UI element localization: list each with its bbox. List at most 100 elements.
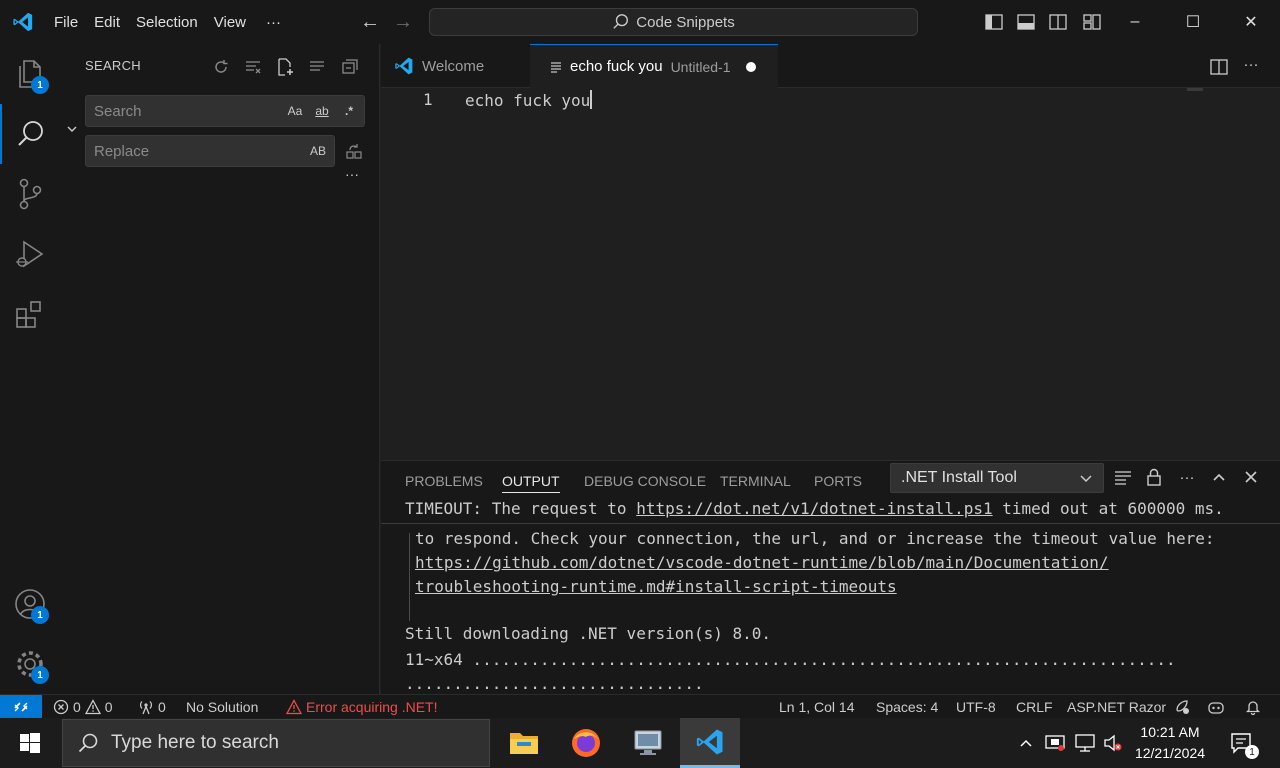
tab-welcome[interactable]: Welcome (381, 44, 529, 88)
accounts-icon[interactable]: 1 (0, 574, 60, 634)
file-explorer-icon[interactable] (494, 718, 554, 768)
preserve-case-toggle[interactable]: AB (306, 140, 330, 162)
menu-file[interactable]: File (46, 0, 86, 44)
toggle-primary-sidebar-icon[interactable] (978, 0, 1010, 44)
match-case-toggle[interactable]: Aa (284, 100, 306, 122)
customize-layout-icon[interactable] (1076, 0, 1108, 44)
copilot-icon[interactable] (1207, 695, 1225, 719)
tab-terminal[interactable]: TERMINAL (720, 469, 791, 493)
notification-count: 1 (1245, 745, 1259, 759)
problems-status[interactable]: 0 0 (53, 695, 113, 719)
manage-gear-icon[interactable]: 1 (0, 634, 60, 694)
status-bar: 0 0 0 No Solution Error acquiring .NET! … (0, 694, 1280, 719)
tab-untitled-description: Untitled-1 (670, 58, 731, 75)
tab-debug-console[interactable]: DEBUG CONSOLE (584, 469, 706, 493)
show-hidden-icons-chevron-icon[interactable] (1014, 718, 1038, 768)
taskbar-clock[interactable]: 10:21 AM 12/21/2024 (1128, 722, 1212, 764)
vscode-taskbar-icon[interactable] (680, 718, 740, 768)
close-panel-icon[interactable] (1237, 465, 1265, 489)
clear-results-icon[interactable] (242, 56, 264, 78)
warning-icon (286, 699, 302, 715)
indentation-status[interactable]: Spaces: 4 (876, 695, 938, 719)
text-cursor (590, 90, 593, 109)
toggle-panel-icon[interactable] (1010, 0, 1042, 44)
new-search-editor-icon[interactable] (274, 56, 296, 78)
extensions-icon[interactable] (0, 284, 60, 344)
menu-edit[interactable]: Edit (86, 0, 128, 44)
explorer-icon[interactable]: 1 (0, 44, 60, 104)
close-button[interactable]: ✕ (1222, 0, 1280, 44)
remote-indicator-icon[interactable] (0, 695, 42, 719)
code-editor[interactable]: 1 echo fuck you (381, 88, 1280, 460)
minimap[interactable] (1187, 88, 1203, 91)
editor-more-actions-button[interactable]: ··· (1239, 56, 1263, 78)
taskbar-search-box[interactable]: Type here to search (62, 719, 490, 767)
dotnet-error-status[interactable]: Error acquiring .NET! (286, 695, 437, 719)
menu-view[interactable]: View (206, 0, 254, 44)
remote-session-tray-icon[interactable] (1042, 718, 1068, 768)
broadcast-icon (140, 701, 152, 715)
run-and-debug-icon[interactable] (0, 224, 60, 284)
search-icon (78, 733, 98, 753)
minimize-button[interactable]: – (1106, 0, 1164, 44)
forward-arrow-icon[interactable]: → (386, 0, 420, 44)
sidebar-title: SEARCH (85, 58, 141, 73)
output-channel-select[interactable]: .NET Install Tool (890, 463, 1104, 493)
language-status-icon[interactable] (1174, 695, 1190, 719)
toggle-search-details-button[interactable]: ··· (341, 166, 363, 182)
clock-time: 10:21 AM (1140, 724, 1200, 740)
collapse-all-icon[interactable] (338, 56, 360, 78)
cursor-position[interactable]: Ln 1, Col 14 (779, 695, 855, 719)
code-line[interactable]: echo fuck you (465, 90, 593, 110)
firefox-icon[interactable] (556, 718, 616, 768)
replace-all-icon[interactable] (343, 141, 365, 163)
clear-output-icon[interactable] (1109, 465, 1137, 489)
panel-more-actions-button[interactable]: ··· (1173, 465, 1201, 489)
view-as-tree-icon[interactable] (306, 56, 328, 78)
command-center[interactable]: Code Snippets (429, 8, 918, 36)
use-regex-toggle[interactable]: .* (338, 100, 360, 122)
output-link[interactable]: https://dot.net/v1/dotnet-install.ps1 (636, 499, 992, 518)
unsaved-dot-icon[interactable] (746, 61, 757, 72)
search-input-box: Aa ab .* (85, 95, 365, 127)
error-count: 0 (73, 699, 81, 715)
tab-output[interactable]: OUTPUT (502, 469, 560, 493)
toggle-replace-chevron-icon[interactable] (65, 122, 81, 140)
toggle-secondary-sidebar-icon[interactable] (1042, 0, 1074, 44)
output-channel-label: .NET Install Tool (901, 469, 1017, 486)
eol-status[interactable]: CRLF (1016, 695, 1053, 719)
match-whole-word-toggle[interactable]: ab (310, 100, 334, 122)
encoding-status[interactable]: UTF-8 (956, 695, 996, 719)
tab-problems[interactable]: PROBLEMS (405, 469, 483, 493)
back-arrow-icon[interactable]: ← (353, 0, 387, 44)
split-editor-icon[interactable] (1207, 56, 1231, 78)
replace-input[interactable] (94, 136, 274, 166)
notification-center-icon[interactable]: 1 (1222, 718, 1262, 768)
source-control-icon[interactable] (0, 164, 60, 224)
search-view-icon[interactable] (0, 104, 60, 164)
tab-untitled-1[interactable]: echo fuck you Untitled-1 (530, 44, 778, 88)
menu-more[interactable]: ··· (258, 0, 289, 44)
refresh-icon[interactable] (210, 56, 232, 78)
maximize-button[interactable]: ☐ (1164, 0, 1222, 44)
windows-start-icon[interactable] (0, 718, 60, 768)
solution-status[interactable]: No Solution (186, 695, 258, 719)
volume-muted-icon[interactable] (1100, 718, 1126, 768)
notifications-bell-icon[interactable] (1245, 695, 1261, 719)
output-link[interactable]: troubleshooting-runtime.md#install-scrip… (415, 577, 897, 596)
error-icon (53, 699, 69, 715)
sticky-scroll-separator (381, 523, 1280, 524)
taskbar-search-placeholder: Type here to search (111, 732, 279, 753)
network-icon[interactable] (1072, 718, 1098, 768)
menu-selection[interactable]: Selection (128, 0, 206, 44)
language-mode[interactable]: ASP.NET Razor (1067, 695, 1166, 719)
maximize-panel-icon[interactable] (1205, 465, 1233, 489)
vscode-logo-icon (0, 0, 46, 44)
search-input[interactable] (94, 96, 274, 126)
output-link[interactable]: https://github.com/dotnet/vscode-dotnet-… (415, 553, 1109, 572)
tab-ports[interactable]: PORTS (814, 469, 862, 493)
remote-desktop-icon[interactable] (618, 718, 678, 768)
lock-scroll-icon[interactable] (1140, 465, 1168, 489)
chevron-down-icon (1080, 475, 1092, 483)
ports-status[interactable]: 0 (138, 695, 166, 719)
